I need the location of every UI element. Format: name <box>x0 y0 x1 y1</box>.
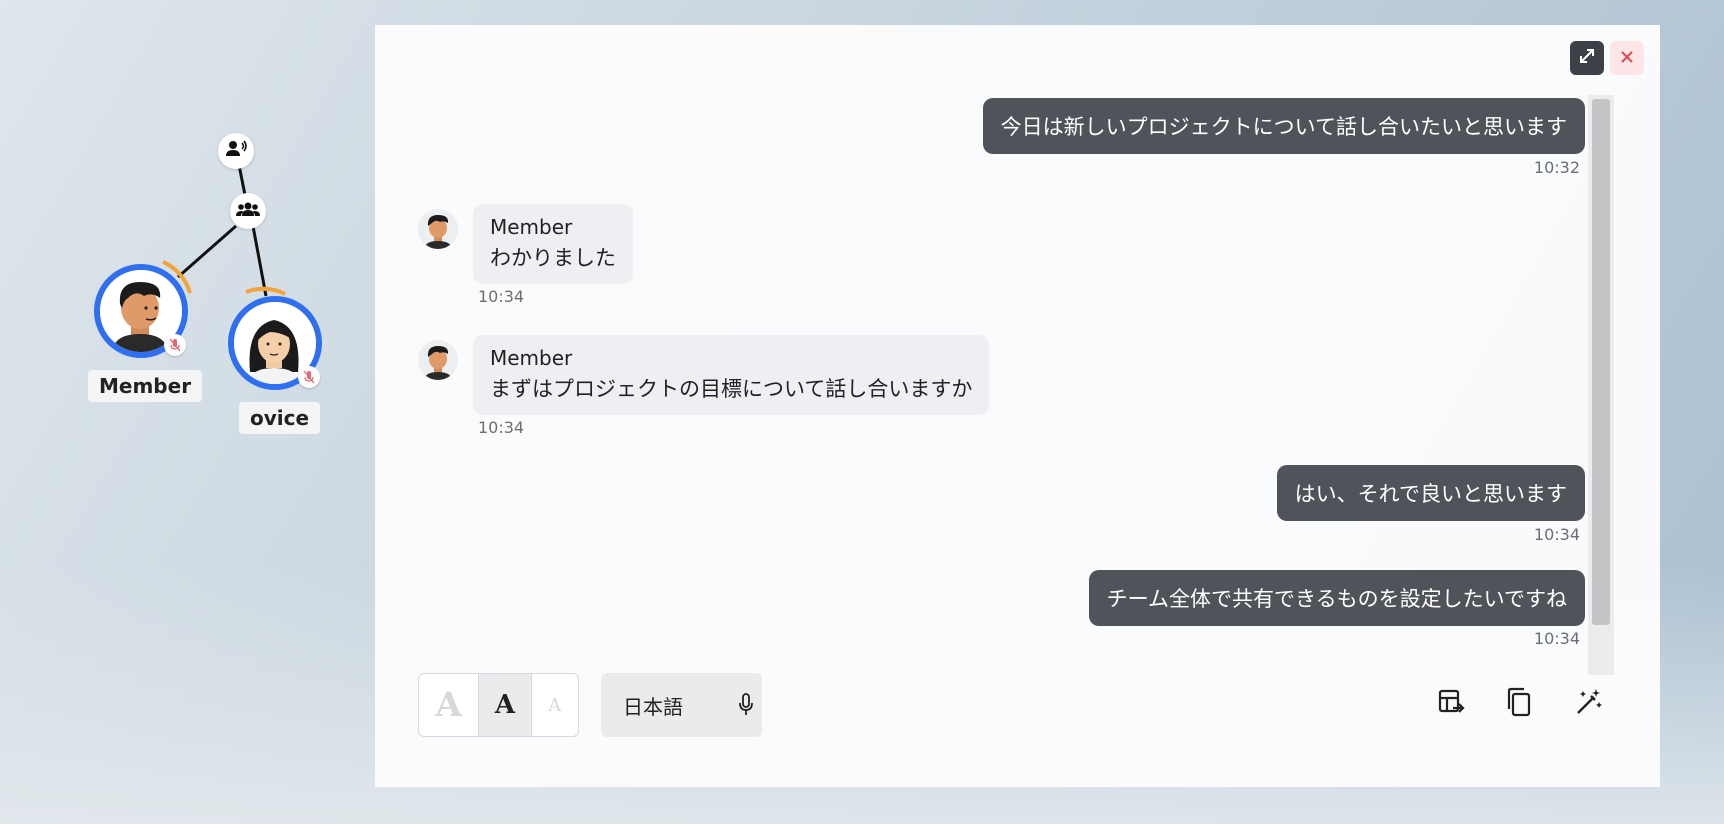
group-node[interactable] <box>230 193 266 229</box>
male-avatar-icon <box>418 209 458 249</box>
speaker-node[interactable] <box>218 133 254 169</box>
own-message-bubble: 今日は新しいプロジェクトについて話し合いたいと思います <box>982 98 1585 154</box>
font-size-selector: A A A <box>418 673 579 737</box>
participant-graph: Member ovice <box>0 0 370 824</box>
male-avatar-icon <box>418 340 458 380</box>
copy-button[interactable] <box>1502 687 1536 721</box>
table-export-icon <box>1437 688 1465 720</box>
member-mini-avatar <box>418 340 458 380</box>
language-button[interactable]: 日本語 <box>601 673 762 737</box>
group-icon <box>236 201 260 221</box>
message-time: 10:34 <box>1533 525 1580 544</box>
copy-icon <box>1505 687 1533 721</box>
message-text: まずはプロジェクトの目標について話し合いますか <box>490 377 973 401</box>
own-message-bubble: はい、それで良いと思います <box>1276 465 1585 521</box>
member-message-bubble: Member わかりました <box>473 204 633 284</box>
scrollbar-thumb[interactable] <box>1592 99 1610 625</box>
message-time: 10:34 <box>478 418 525 437</box>
magic-wand-icon <box>1574 687 1604 721</box>
font-size-large-button[interactable]: A <box>419 674 478 736</box>
font-size-medium-button[interactable]: A <box>478 674 532 736</box>
language-label: 日本語 <box>623 694 683 719</box>
message-time: 10:34 <box>1533 629 1580 648</box>
microphone-icon <box>738 693 754 721</box>
sender-name: Member <box>490 346 573 370</box>
expand-icon <box>1578 47 1596 69</box>
muted-mic-icon <box>298 366 320 388</box>
own-message-bubble: チーム全体で共有できるものを設定したいですね <box>1088 570 1585 626</box>
member-message-bubble: Member まずはプロジェクトの目標について話し合いますか <box>473 335 990 415</box>
member-mini-avatar <box>418 209 458 249</box>
chat-scrollbar[interactable] <box>1588 95 1614 675</box>
expand-button[interactable] <box>1570 41 1604 75</box>
font-size-small-button[interactable]: A <box>532 674 578 736</box>
chat-panel: 今日は新しいプロジェクトについて話し合いたいと思います 10:32 Member… <box>375 25 1660 787</box>
message-text: わかりました <box>490 246 616 270</box>
message-time: 10:32 <box>1533 158 1580 177</box>
message-time: 10:34 <box>478 287 525 306</box>
magic-wand-button[interactable] <box>1572 687 1606 721</box>
table-export-button[interactable] <box>1434 687 1468 721</box>
close-icon <box>1620 49 1634 68</box>
close-button[interactable] <box>1610 41 1644 75</box>
ovice-name-tag: ovice <box>239 402 321 434</box>
person-speaking-icon <box>225 140 247 162</box>
member-name-tag: Member <box>88 370 203 402</box>
sender-name: Member <box>490 215 573 239</box>
muted-mic-icon <box>164 334 186 356</box>
